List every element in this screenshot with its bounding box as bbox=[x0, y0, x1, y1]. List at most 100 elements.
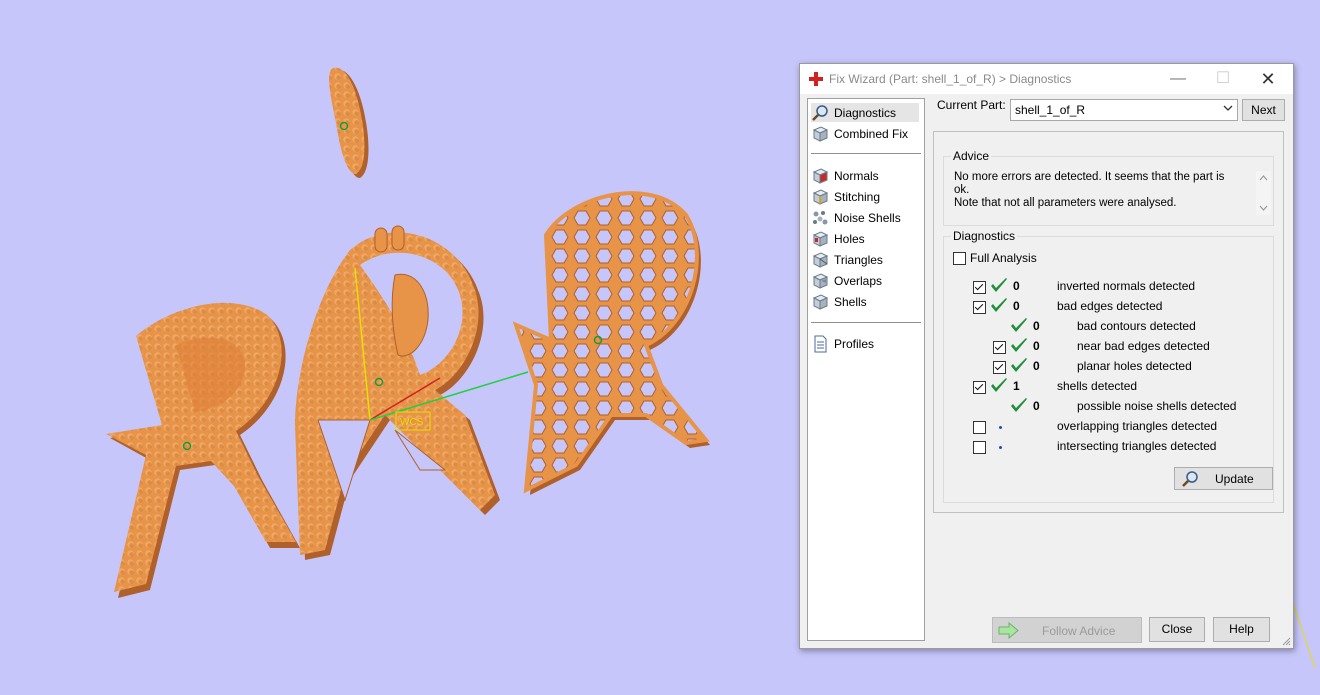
check-mark-icon bbox=[991, 378, 1007, 392]
diagnostic-checkbox[interactable] bbox=[973, 381, 986, 394]
nav-item-holes[interactable]: Holes bbox=[811, 229, 919, 248]
nav-divider bbox=[811, 153, 921, 154]
resize-grip-icon[interactable] bbox=[1281, 636, 1291, 646]
current-part-label: Current Part: bbox=[937, 98, 1006, 112]
nav-item-label: Diagnostics bbox=[834, 105, 897, 120]
check-mark-icon bbox=[991, 298, 1007, 312]
check-mark-icon bbox=[1011, 358, 1027, 372]
diagnostic-row: 0 bad edges detected bbox=[944, 298, 1264, 321]
diagnostics-group: Diagnostics Full Analysis 0 inverted norm… bbox=[943, 229, 1274, 503]
diagnostic-checkbox[interactable] bbox=[973, 421, 986, 434]
diagnostic-checkbox[interactable] bbox=[973, 281, 986, 294]
advice-scrollbar[interactable] bbox=[1256, 171, 1271, 215]
diagnostic-label: bad edges detected bbox=[1057, 299, 1163, 313]
diagnostic-row: intersecting triangles detected bbox=[944, 439, 1264, 461]
pending-dot-icon bbox=[999, 426, 1002, 429]
nav-item-label: Combined Fix bbox=[834, 126, 909, 141]
diagnostic-label: intersecting triangles detected bbox=[1057, 439, 1217, 453]
nav-item-label: Stitching bbox=[834, 189, 881, 204]
noise-shells-icon bbox=[813, 210, 828, 224]
nav-divider bbox=[811, 322, 921, 323]
diagnostic-label: overlapping triangles detected bbox=[1057, 419, 1218, 433]
help-button[interactable]: Help bbox=[1213, 617, 1270, 642]
next-button[interactable]: Next bbox=[1242, 99, 1285, 121]
nav-item-label: Overlaps bbox=[834, 273, 883, 288]
nav-item-stitching[interactable]: Stitching bbox=[811, 187, 919, 206]
right-arrow-icon bbox=[998, 622, 1019, 639]
nav-item-combined-fix[interactable]: Combined Fix bbox=[811, 124, 919, 143]
full-analysis-checkbox[interactable] bbox=[953, 252, 966, 265]
close-button[interactable]: Close bbox=[1149, 617, 1205, 642]
diagnostics-title: Diagnostics bbox=[951, 229, 1018, 243]
advice-group: Advice No more errors are detected. It s… bbox=[943, 149, 1274, 226]
red-cross-icon bbox=[809, 72, 823, 86]
nav-item-label: Noise Shells bbox=[834, 210, 901, 225]
diagnostic-checkbox[interactable] bbox=[993, 341, 1006, 354]
diagnostic-label: possible noise shells detected bbox=[1077, 399, 1237, 413]
nav-item-noise-shells[interactable]: Noise Shells bbox=[811, 208, 919, 227]
follow-advice-button[interactable]: Follow Advice bbox=[992, 617, 1142, 643]
stitching-cube-icon bbox=[812, 188, 829, 205]
nav-item-shells[interactable]: Shells bbox=[811, 292, 919, 311]
diagnostic-row: 1 shells detected bbox=[944, 378, 1264, 401]
diagnostic-label: near bad edges detected bbox=[1077, 339, 1210, 353]
document-icon bbox=[814, 335, 827, 352]
svg-text:WCS: WCS bbox=[400, 417, 424, 428]
model-right-r bbox=[512, 191, 710, 495]
magnifier-icon bbox=[812, 104, 828, 121]
magnifier-icon bbox=[1182, 471, 1198, 487]
nav-item-normals[interactable]: Normals bbox=[811, 166, 919, 185]
diagnostic-checkbox[interactable] bbox=[973, 441, 986, 454]
overlaps-cube-icon bbox=[812, 272, 829, 289]
check-mark-icon bbox=[1011, 338, 1027, 352]
current-part-select[interactable]: shell_1_of_R bbox=[1010, 99, 1238, 121]
diagnostic-label: bad contours detected bbox=[1077, 319, 1196, 333]
nav-item-label: Holes bbox=[834, 231, 865, 246]
diagnostic-count: 0 bbox=[1013, 279, 1020, 293]
diagnostic-label: inverted normals detected bbox=[1057, 279, 1196, 293]
check-mark-icon bbox=[1011, 398, 1027, 412]
pending-dot-icon bbox=[999, 446, 1002, 449]
check-mark-icon bbox=[991, 278, 1007, 292]
diagnostic-count: 0 bbox=[1033, 319, 1040, 333]
advice-line-2: Note that not all parameters were analys… bbox=[954, 197, 1177, 209]
diagnostic-count: 0 bbox=[1013, 299, 1020, 313]
diagnostic-row: 0 possible noise shells detected bbox=[944, 398, 1264, 421]
diagnostic-count: 0 bbox=[1033, 359, 1040, 373]
diagnostic-label: shells detected bbox=[1057, 379, 1138, 393]
nav-item-label: Normals bbox=[834, 168, 879, 183]
title-bar[interactable]: Fix Wizard (Part: shell_1_of_R) > Diagno… bbox=[800, 64, 1293, 94]
diagnostic-checkbox[interactable] bbox=[973, 301, 986, 314]
nav-item-label: Triangles bbox=[834, 252, 883, 267]
diagnostic-count: 1 bbox=[1013, 379, 1020, 393]
check-mark-icon bbox=[1011, 318, 1027, 332]
fix-wizard-dialog: Fix Wizard (Part: shell_1_of_R) > Diagno… bbox=[799, 63, 1294, 649]
model-left-r bbox=[106, 302, 300, 598]
nav-item-diagnostics[interactable]: Diagnostics bbox=[811, 103, 919, 122]
follow-advice-label: Follow Advice bbox=[1042, 624, 1116, 638]
diagnostic-row: 0 near bad edges detected bbox=[944, 338, 1264, 361]
minimize-button[interactable]: — bbox=[1155, 64, 1201, 94]
advice-text: No more errors are detected. It seems th… bbox=[954, 171, 1239, 210]
nav-item-profiles[interactable]: Profiles bbox=[811, 334, 919, 353]
diagnostic-row: 0 bad contours detected bbox=[944, 318, 1264, 341]
full-analysis-label: Full Analysis bbox=[970, 251, 1037, 265]
maximize-button[interactable]: ☐ bbox=[1200, 64, 1246, 94]
advice-line-1: No more errors are detected. It seems th… bbox=[954, 171, 1225, 196]
triangles-cube-icon bbox=[812, 251, 829, 268]
chevron-down-icon bbox=[1223, 105, 1233, 111]
shells-cube-icon bbox=[812, 293, 829, 310]
cube-icon bbox=[812, 125, 829, 142]
update-button[interactable]: Update bbox=[1174, 467, 1273, 490]
nav-item-label: Profiles bbox=[834, 336, 875, 351]
model-middle-r: WCS bbox=[295, 225, 529, 561]
diagnostic-checkbox[interactable] bbox=[993, 361, 1006, 374]
nav-item-label: Shells bbox=[834, 294, 867, 309]
nav-item-triangles[interactable]: Triangles bbox=[811, 250, 919, 269]
normals-cube-icon bbox=[812, 167, 829, 184]
holes-cube-icon bbox=[812, 230, 829, 247]
update-label: Update bbox=[1215, 472, 1254, 486]
diagnostic-label: planar holes detected bbox=[1077, 359, 1192, 373]
close-window-button[interactable]: ✕ bbox=[1245, 64, 1291, 94]
nav-item-overlaps[interactable]: Overlaps bbox=[811, 271, 919, 290]
